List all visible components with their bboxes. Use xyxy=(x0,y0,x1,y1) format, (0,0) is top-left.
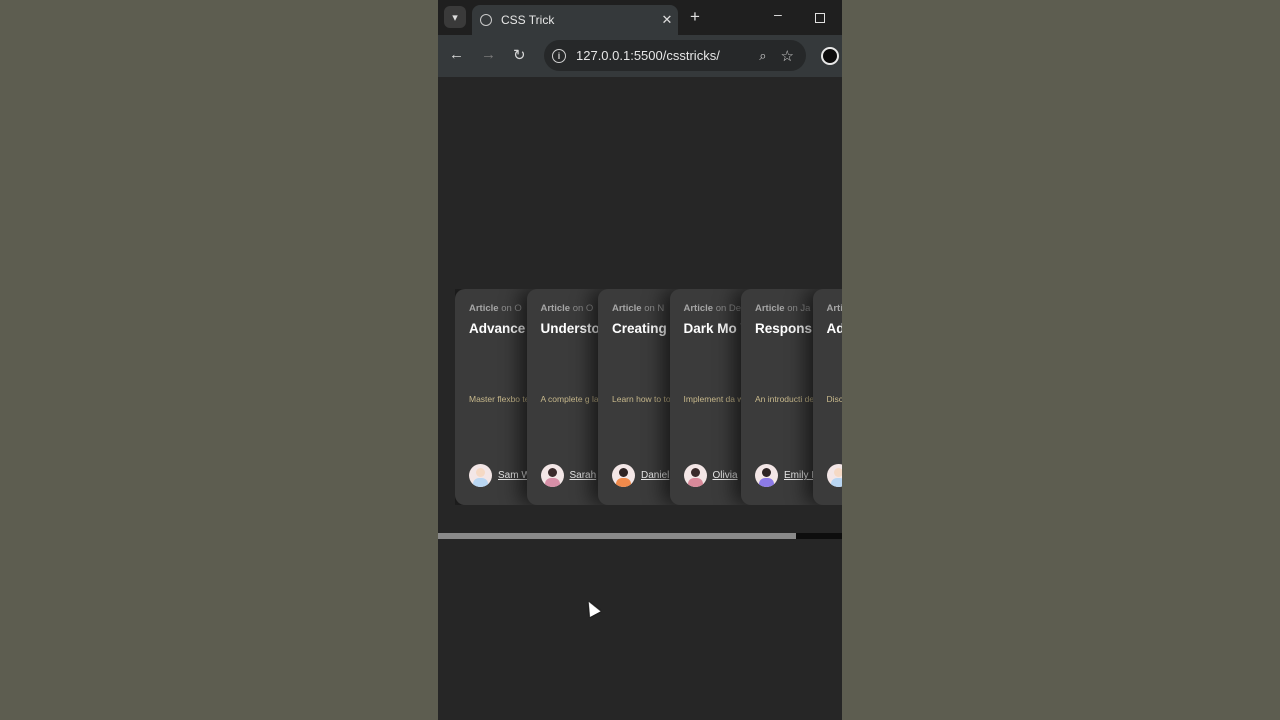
url-text[interactable]: 127.0.0.1:5500/csstricks/ xyxy=(576,48,759,63)
avatar-head xyxy=(833,468,842,477)
page-content: Article on O Advance Flexbox Master flexbo… xyxy=(438,77,842,720)
tab-css-trick[interactable]: CSS Trick ✕ xyxy=(472,5,678,35)
avatar-head xyxy=(476,468,485,477)
address-bar[interactable]: i 127.0.0.1:5500/csstricks/ ⌕ ☆ xyxy=(544,40,806,71)
extension-icon[interactable] xyxy=(821,47,839,65)
new-tab-button[interactable]: + xyxy=(690,7,700,27)
avatar xyxy=(755,464,778,487)
right-backdrop xyxy=(842,0,1280,720)
site-info-icon[interactable]: i xyxy=(552,48,566,63)
card-author: Sarah xyxy=(540,464,597,487)
card-author: Emily I xyxy=(755,464,814,487)
avatar-body xyxy=(616,478,631,487)
avatar-body xyxy=(687,478,703,487)
bookmark-star-icon[interactable]: ☆ xyxy=(781,47,794,65)
avatar-head xyxy=(619,468,628,477)
card-meta: Arti xyxy=(826,303,843,314)
card-carousel[interactable]: Article on O Advance Flexbox Master flexbo… xyxy=(455,289,842,505)
tab-search-button[interactable]: ▾ xyxy=(444,6,466,28)
globe-icon xyxy=(480,14,492,26)
tab-title: CSS Trick xyxy=(501,13,555,27)
author-link[interactable]: Daniel xyxy=(641,470,669,481)
card-title: Ad CS xyxy=(826,321,843,336)
avatar-head xyxy=(547,468,557,477)
browser-window: ▾ CSS Trick ✕ + – ← → ↻ i 127.0.0.1:5500… xyxy=(438,0,842,720)
browser-toolbar: ← → ↻ i 127.0.0.1:5500/csstricks/ ⌕ ☆ xyxy=(438,35,842,77)
avatar-head xyxy=(690,468,700,477)
avatar-body xyxy=(544,478,560,487)
avatar xyxy=(826,464,842,487)
maximize-button[interactable] xyxy=(815,13,825,23)
reload-button[interactable]: ↻ xyxy=(513,46,526,64)
avatar xyxy=(540,464,564,487)
avatar-body xyxy=(759,478,774,487)
tab-strip: ▾ CSS Trick ✕ + – xyxy=(438,0,842,35)
card-author xyxy=(826,464,842,487)
horizontal-scrollbar[interactable] xyxy=(438,533,842,539)
minimize-button[interactable]: – xyxy=(774,6,782,22)
avatar xyxy=(612,464,635,487)
article-card[interactable]: Arti Ad CS Disc and style xyxy=(812,289,843,505)
avatar xyxy=(683,464,707,487)
author-link[interactable]: Emily I xyxy=(784,470,814,481)
avatar-body xyxy=(830,478,842,487)
avatar-body xyxy=(473,478,488,487)
author-link[interactable]: Olivia xyxy=(713,470,738,481)
card-author: Sam W xyxy=(469,464,531,487)
scrollbar-thumb[interactable] xyxy=(438,533,796,539)
left-backdrop xyxy=(0,0,438,720)
author-link[interactable]: Sam W xyxy=(498,470,531,481)
card-description: Disc and style xyxy=(826,394,843,404)
tab-close-icon[interactable]: ✕ xyxy=(656,12,678,28)
forward-button[interactable]: → xyxy=(481,46,496,63)
author-link[interactable]: Sarah xyxy=(570,470,597,481)
mouse-cursor xyxy=(583,599,601,617)
card-author: Olivia xyxy=(683,464,738,487)
back-button[interactable]: ← xyxy=(449,46,464,63)
avatar-head xyxy=(762,468,771,477)
card-author: Daniel xyxy=(612,464,669,487)
avatar xyxy=(469,464,492,487)
zoom-icon[interactable]: ⌕ xyxy=(759,48,766,64)
